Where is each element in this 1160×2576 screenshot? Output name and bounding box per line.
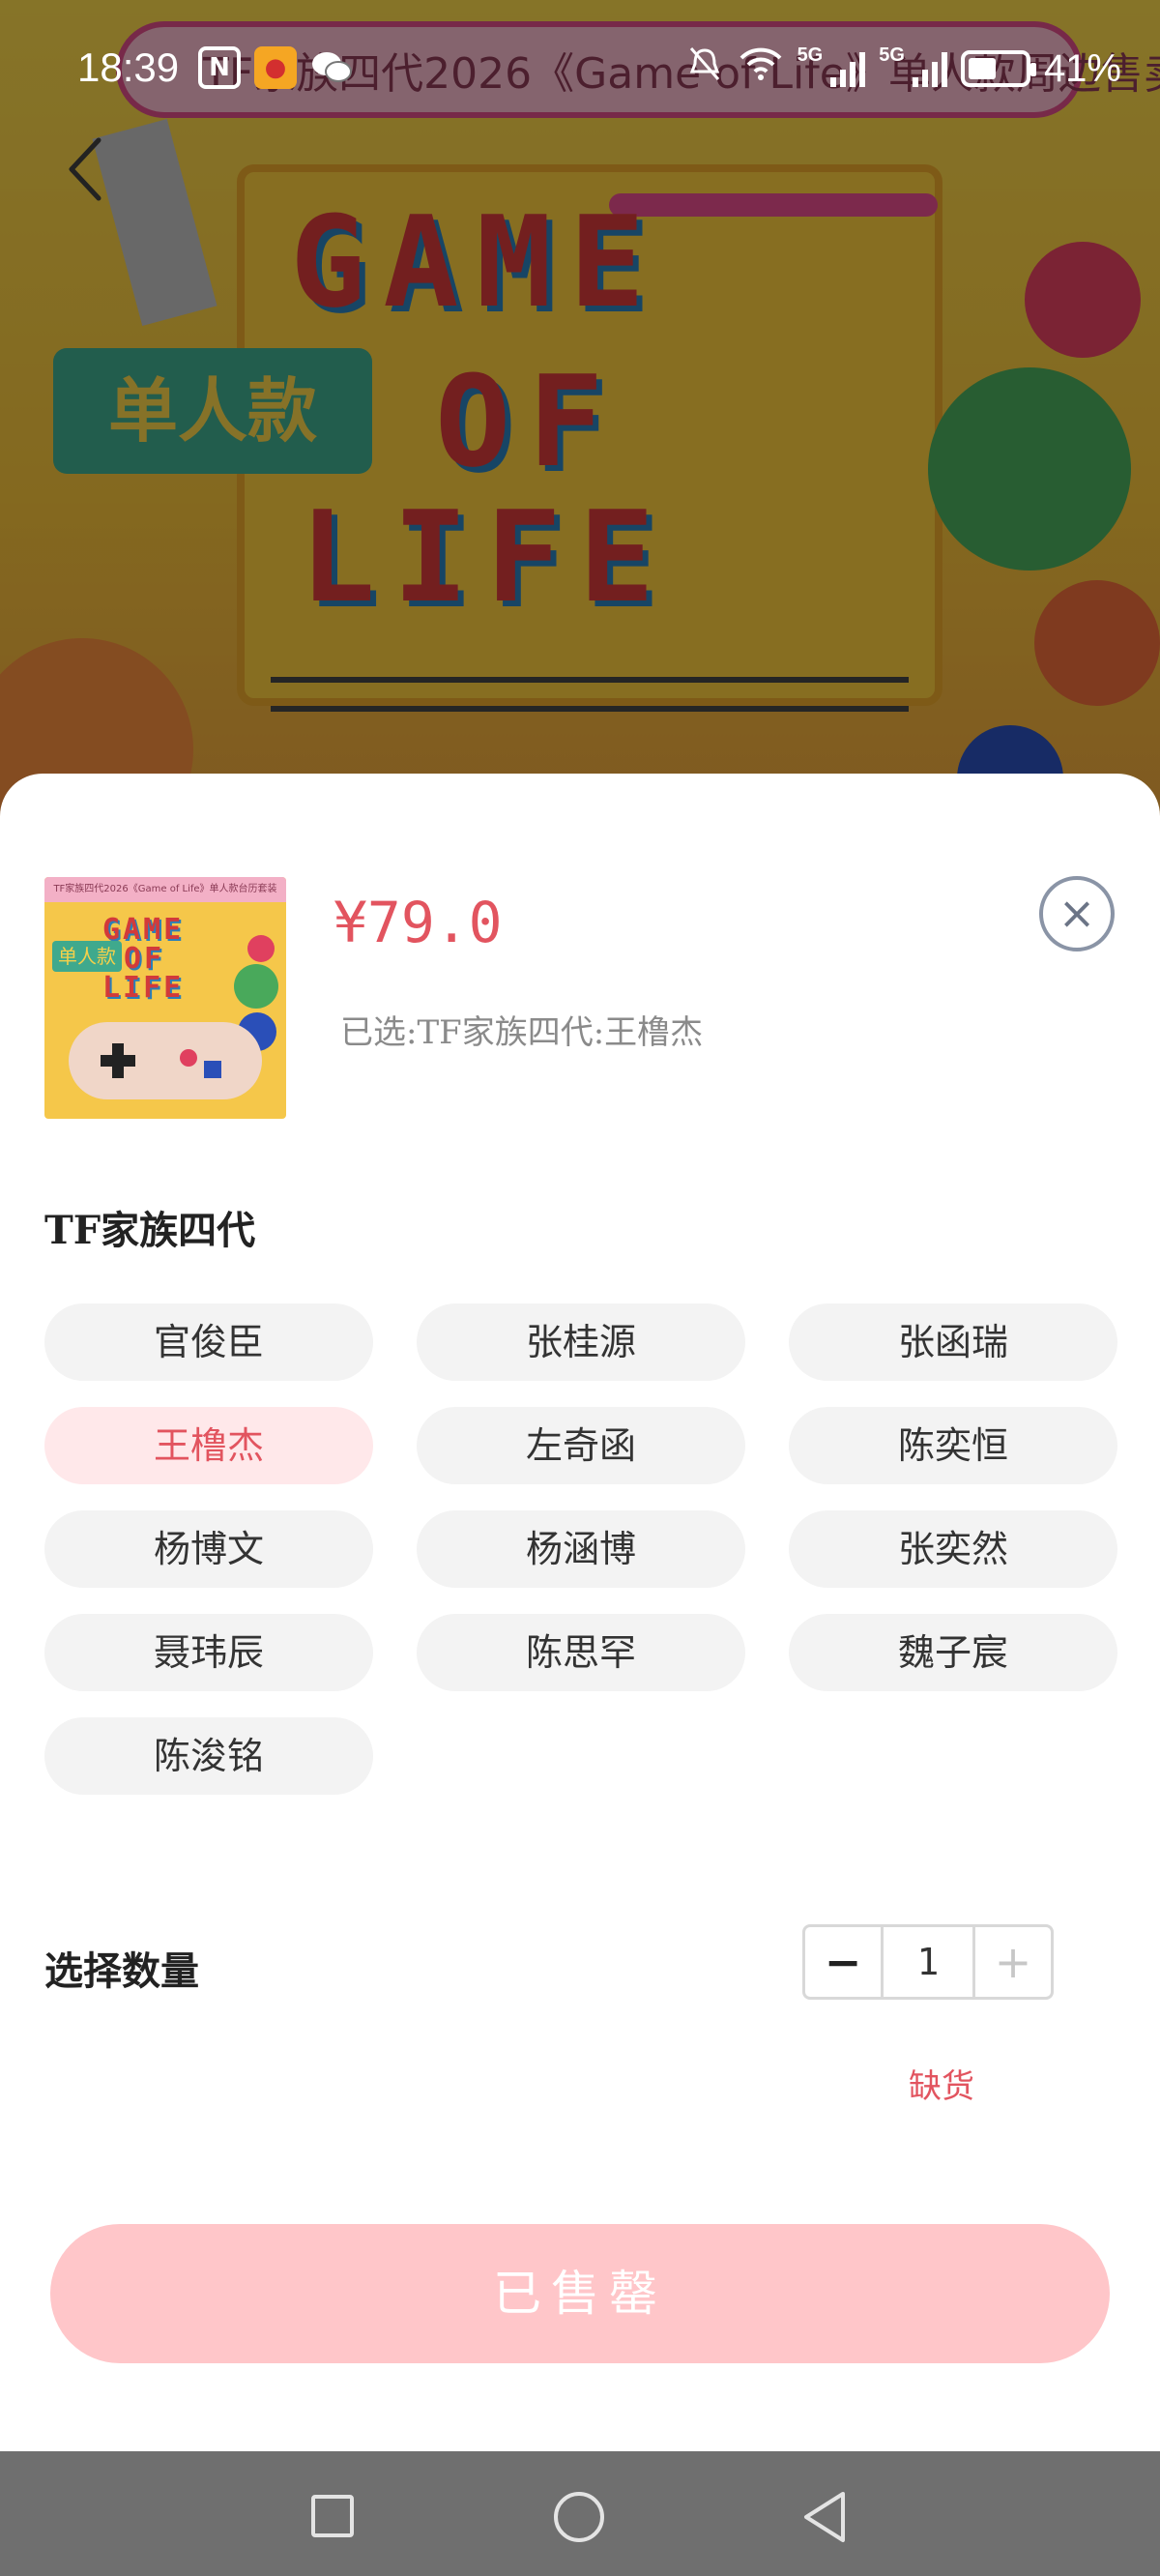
- option-chip[interactable]: 陈奕恒: [789, 1407, 1117, 1484]
- option-chip[interactable]: 魏子宸: [789, 1614, 1117, 1691]
- quantity-stepper: − 1 +: [802, 1924, 1054, 2000]
- battery-icon: [960, 50, 1036, 87]
- status-system-icons: 5G 5G 41%: [685, 44, 1121, 93]
- thumbnail-sticker: 单人款: [52, 941, 122, 972]
- stock-status: 缺货: [909, 2067, 974, 2106]
- option-group-title: TF家族四代: [44, 1208, 256, 1253]
- signal-icon: [912, 50, 947, 87]
- wechat-icon: [310, 46, 353, 89]
- selected-variant-text: 已选:TF家族四代:王橹杰: [340, 1013, 704, 1052]
- option-chip[interactable]: 杨涵博: [417, 1510, 745, 1588]
- option-chip[interactable]: 左奇函: [417, 1407, 745, 1484]
- signal-icon: [830, 50, 866, 87]
- system-navigation-bar: [0, 2451, 1160, 2576]
- chevron-left-icon: [69, 137, 102, 201]
- triangle-back-icon: [804, 2492, 845, 2542]
- back-button[interactable]: [60, 131, 118, 208]
- option-list: 官俊臣 张桂源 张函瑞 王橹杰 左奇函 陈奕恒 杨博文 杨涵博 张奕然 聂玮辰 …: [44, 1303, 1117, 1795]
- close-icon: ×: [1058, 887, 1096, 939]
- home-button[interactable]: [554, 2492, 604, 2542]
- quantity-increase-button[interactable]: +: [975, 1927, 1051, 1997]
- status-time: 18:39: [77, 44, 180, 90]
- option-chip[interactable]: 陈浚铭: [44, 1717, 373, 1795]
- gamepad-image: [69, 1022, 262, 1099]
- mute-icon: [685, 44, 724, 93]
- quantity-input[interactable]: 1: [881, 1927, 975, 1997]
- close-button[interactable]: ×: [1039, 876, 1115, 951]
- network-type-2: 5G: [879, 44, 905, 66]
- option-chip[interactable]: 官俊臣: [44, 1303, 373, 1381]
- product-thumbnail: TF家族四代2026《Game of Life》单人款台历套装 GAME OF …: [44, 877, 286, 1119]
- option-chip[interactable]: 张奕然: [789, 1510, 1117, 1588]
- sku-selection-sheet: TF家族四代2026《Game of Life》单人款台历套装 GAME OF …: [0, 774, 1160, 2451]
- system-back-button[interactable]: [800, 2490, 849, 2544]
- weibo-icon: ●: [254, 46, 297, 89]
- option-chip[interactable]: 杨博文: [44, 1510, 373, 1588]
- thumbnail-title: TF家族四代2026《Game of Life》单人款台历套装: [44, 877, 286, 902]
- wifi-icon: [738, 44, 784, 93]
- status-bar: 18:39 N ● 5G 5G 41%: [0, 0, 1160, 145]
- battery-percent: 41%: [1043, 46, 1121, 90]
- quantity-decrease-button[interactable]: −: [805, 1927, 881, 1997]
- nfc-icon: N: [198, 46, 241, 89]
- option-chip[interactable]: 张函瑞: [789, 1303, 1117, 1381]
- option-chip[interactable]: 张桂源: [417, 1303, 745, 1381]
- quantity-label: 选择数量: [44, 1948, 199, 1994]
- network-type-1: 5G: [797, 44, 824, 66]
- product-price: ¥79.0: [334, 890, 503, 955]
- option-chip[interactable]: 聂玮辰: [44, 1614, 373, 1691]
- option-chip[interactable]: 陈思罕: [417, 1614, 745, 1691]
- option-chip-selected[interactable]: 王橹杰: [44, 1407, 373, 1484]
- sold-out-button[interactable]: 已售罄: [50, 2224, 1110, 2363]
- status-notification-icons: N ●: [198, 46, 353, 89]
- recent-apps-button[interactable]: [311, 2495, 354, 2537]
